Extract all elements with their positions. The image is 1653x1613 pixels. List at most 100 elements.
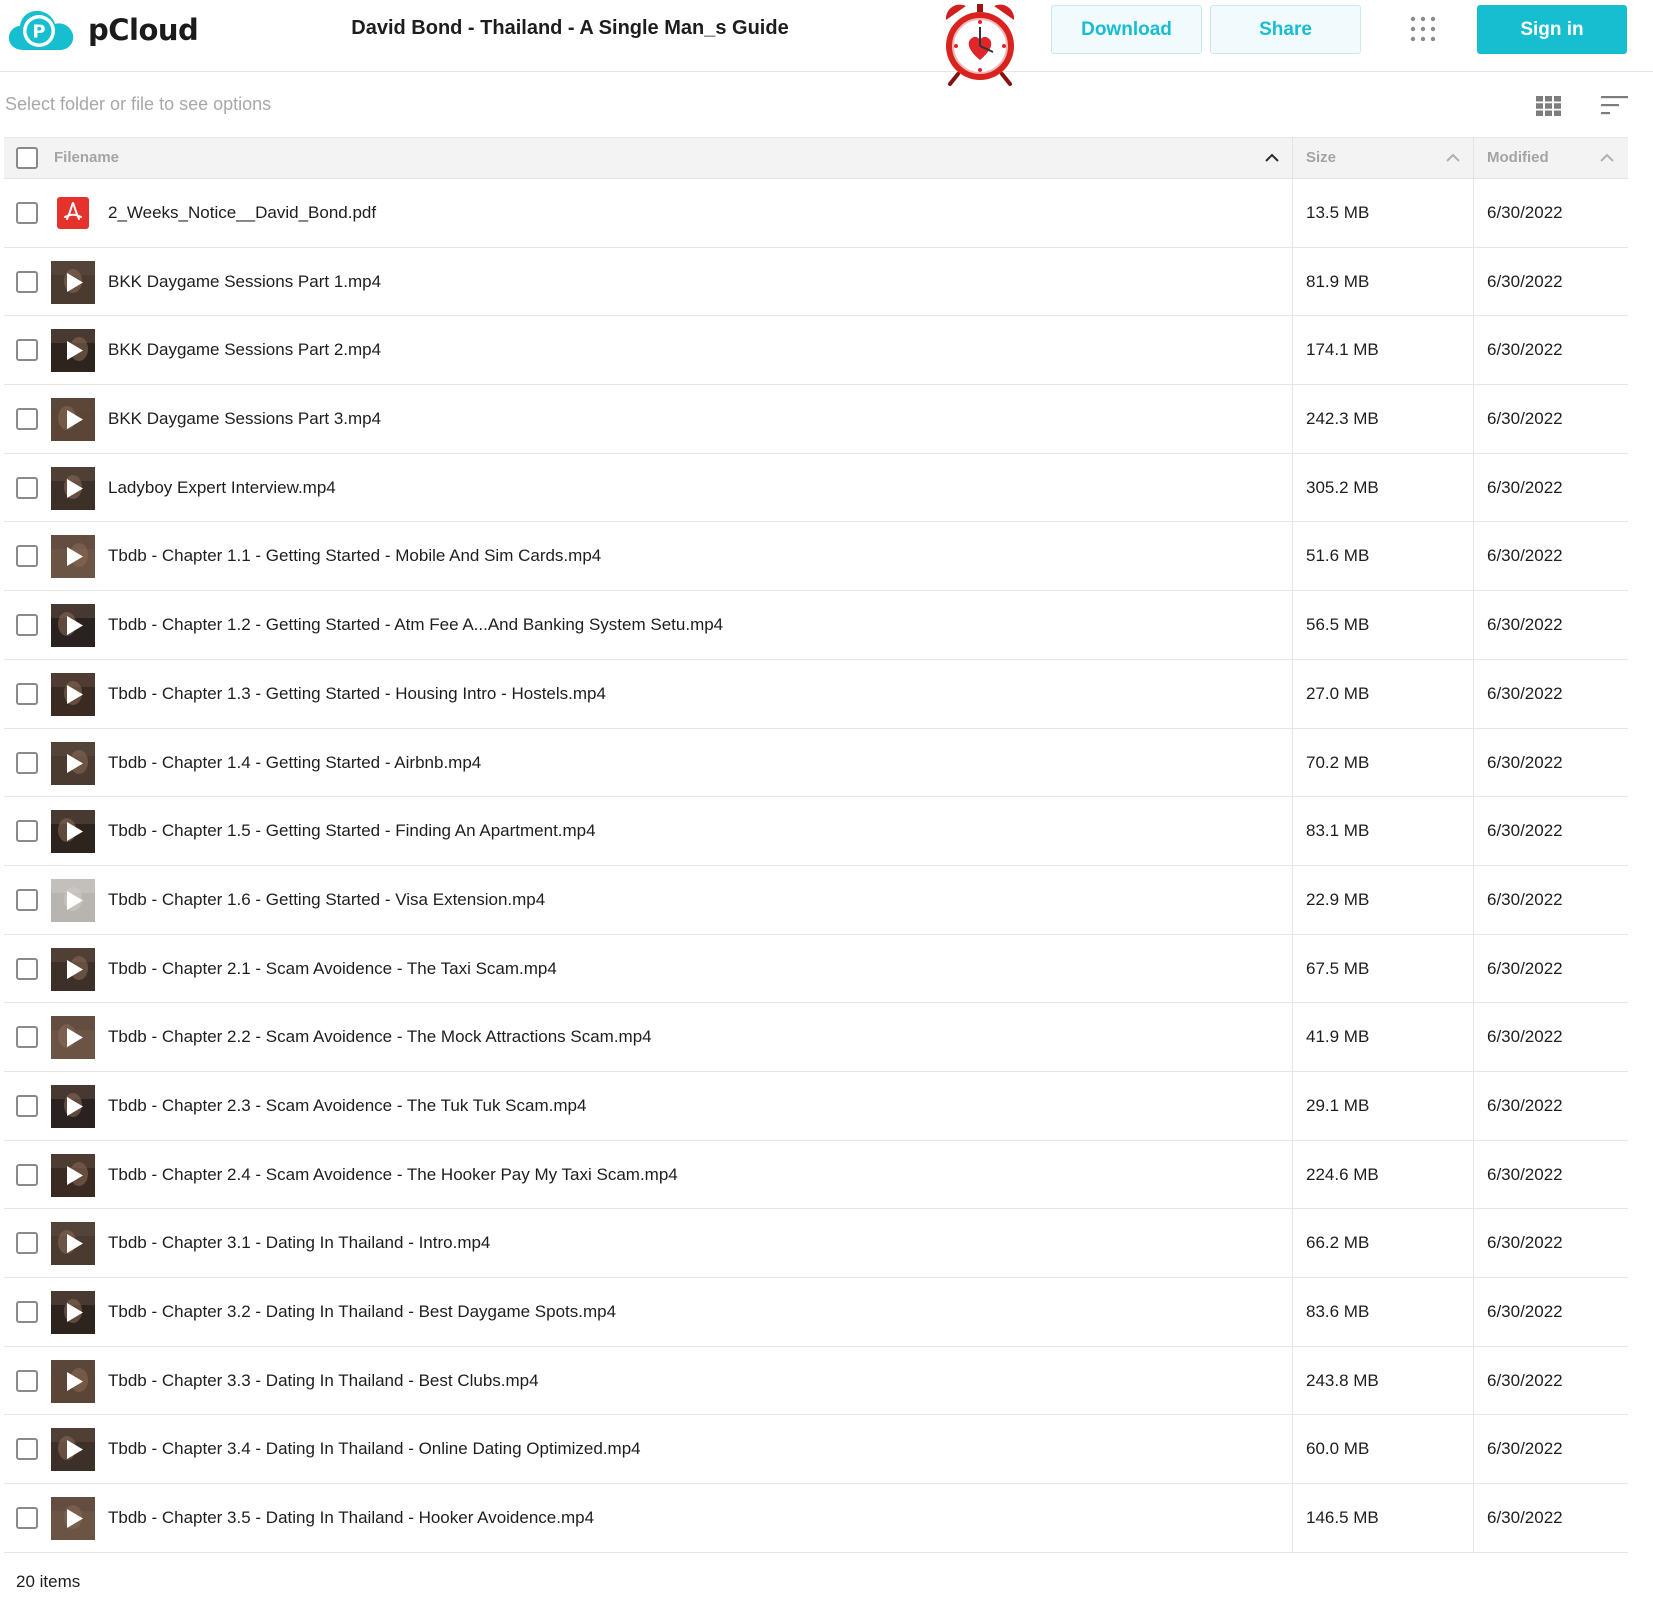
video-thumbnail[interactable] [51,878,95,922]
file-checkbox[interactable] [16,1232,38,1255]
file-checkbox[interactable] [16,888,38,911]
sort-icon[interactable] [1601,94,1628,116]
video-thumbnail[interactable] [51,535,95,579]
video-thumbnail[interactable] [51,260,95,304]
file-row[interactable]: Tbdb - Chapter 1.3 - Getting Started - H… [4,659,1628,729]
video-thumbnail[interactable] [51,1497,95,1541]
file-checkbox[interactable] [16,270,38,293]
video-thumbnail[interactable] [51,604,95,648]
file-name[interactable]: Tbdb - Chapter 1.4 - Getting Started - A… [108,753,481,773]
grid-view-icon[interactable] [1536,96,1561,116]
video-thumbnail[interactable] [51,1359,95,1403]
file-name[interactable]: Tbdb - Chapter 1.6 - Getting Started - V… [108,890,545,910]
column-filename[interactable]: Filename [54,149,119,166]
video-thumbnail[interactable] [51,1428,95,1472]
file-checkbox[interactable] [16,545,38,568]
file-name[interactable]: Ladyboy Expert Interview.mp4 [108,478,336,498]
file-name[interactable]: Tbdb - Chapter 1.1 - Getting Started - M… [108,546,601,566]
file-checkbox[interactable] [16,339,38,362]
column-divider [1292,728,1293,797]
file-row[interactable]: Tbdb - Chapter 2.4 - Scam Avoidence - Th… [4,1140,1628,1210]
file-size: 13.5 MB [1306,203,1370,222]
video-thumbnail[interactable] [51,1016,95,1060]
file-row[interactable]: Tbdb - Chapter 2.2 - Scam Avoidence - Th… [4,1003,1628,1072]
file-name[interactable]: Tbdb - Chapter 1.2 - Getting Started - A… [108,615,723,635]
file-checkbox[interactable] [16,1026,38,1049]
file-checkbox[interactable] [16,1369,38,1392]
chevron-up-icon[interactable] [1264,152,1280,164]
file-row[interactable]: 2_Weeks_Notice__David_Bond.pdf 13.5 MB 6/3… [4,179,1628,248]
file-checkbox[interactable] [16,1094,38,1117]
file-name[interactable]: Tbdb - Chapter 1.3 - Getting Started - H… [108,684,606,704]
file-name[interactable]: Tbdb - Chapter 2.2 - Scam Avoidence - Th… [108,1027,652,1047]
file-row[interactable]: Ladyboy Expert Interview.mp4 305.2 MB 6/30… [4,453,1628,523]
video-thumbnail[interactable] [51,329,95,373]
file-name[interactable]: 2_Weeks_Notice__David_Bond.pdf [108,203,376,223]
select-all-checkbox[interactable] [16,147,38,169]
file-row[interactable]: Tbdb - Chapter 2.3 - Scam Avoidence - Th… [4,1071,1628,1141]
file-row[interactable]: BKK Daygame Sessions Part 1.mp4 81.9 MB 6/… [4,247,1628,317]
file-name[interactable]: Tbdb - Chapter 2.4 - Scam Avoidence - Th… [108,1165,678,1185]
file-name[interactable]: Tbdb - Chapter 3.5 - Dating In Thailand … [108,1508,594,1528]
video-thumbnail[interactable] [51,810,95,854]
file-modified-date: 6/30/2022 [1487,477,1563,497]
chevron-up-icon[interactable] [1599,152,1615,164]
file-name[interactable]: Tbdb - Chapter 3.1 - Dating In Thailand … [108,1233,490,1253]
file-checkbox[interactable] [16,820,38,843]
video-thumbnail[interactable] [51,1084,95,1128]
video-thumbnail[interactable] [51,1222,95,1266]
chevron-up-icon[interactable] [1445,152,1461,164]
file-row[interactable]: Tbdb - Chapter 3.1 - Dating In Thailand … [4,1209,1628,1278]
file-modified-date: 6/30/2022 [1487,271,1563,291]
file-checkbox[interactable] [16,614,38,637]
download-button[interactable]: Download [1051,5,1202,54]
column-divider [1292,865,1293,934]
file-row[interactable]: BKK Daygame Sessions Part 2.mp4 174.1 MB 6… [4,316,1628,386]
video-thumbnail[interactable] [51,672,95,716]
file-row[interactable]: BKK Daygame Sessions Part 3.mp4 242.3 MB 6… [4,385,1628,454]
file-row[interactable]: Tbdb - Chapter 1.4 - Getting Started - A… [4,728,1628,798]
alarm-clock-icon[interactable] [940,0,1020,86]
video-thumbnail[interactable] [51,947,95,991]
file-checkbox[interactable] [16,202,38,224]
file-row[interactable]: Tbdb - Chapter 2.1 - Scam Avoidence - Th… [4,934,1628,1004]
file-name[interactable]: Tbdb - Chapter 2.1 - Scam Avoidence - Th… [108,959,557,979]
file-checkbox[interactable] [16,957,38,980]
file-row[interactable]: Tbdb - Chapter 3.3 - Dating In Thailand … [4,1346,1628,1416]
column-modified[interactable]: Modified [1487,149,1549,166]
video-thumbnail[interactable] [51,398,95,442]
file-checkbox[interactable] [16,408,38,431]
file-name[interactable]: Tbdb - Chapter 3.2 - Dating In Thailand … [108,1302,616,1322]
file-name[interactable]: Tbdb - Chapter 3.3 - Dating In Thailand … [108,1371,539,1391]
video-thumbnail[interactable] [51,466,95,510]
file-checkbox[interactable] [16,1301,38,1323]
share-button[interactable]: Share [1210,5,1361,54]
file-name[interactable]: Tbdb - Chapter 1.5 - Getting Started - F… [108,821,596,841]
file-name[interactable]: Tbdb - Chapter 3.4 - Dating In Thailand … [108,1439,641,1459]
file-name[interactable]: BKK Daygame Sessions Part 3.mp4 [108,409,381,429]
file-row[interactable]: Tbdb - Chapter 1.5 - Getting Started - F… [4,797,1628,866]
file-name[interactable]: BKK Daygame Sessions Part 1.mp4 [108,272,381,292]
pcloud-logo[interactable]: P pCloud [6,6,199,54]
file-checkbox[interactable] [16,1163,38,1186]
video-thumbnail[interactable] [51,1153,95,1197]
file-name[interactable]: Tbdb - Chapter 2.3 - Scam Avoidence - Th… [108,1096,586,1116]
file-row[interactable]: Tbdb - Chapter 3.5 - Dating In Thailand … [4,1484,1628,1553]
video-thumbnail[interactable] [51,1291,95,1334]
sign-in-button[interactable]: Sign in [1477,5,1627,54]
file-checkbox[interactable] [16,1438,38,1461]
file-row[interactable]: Tbdb - Chapter 3.4 - Dating In Thailand … [4,1415,1628,1485]
column-size[interactable]: Size [1306,149,1336,166]
file-row[interactable]: Tbdb - Chapter 1.2 - Getting Started - A… [4,591,1628,660]
video-thumbnail[interactable] [51,741,95,785]
file-checkbox[interactable] [16,476,38,499]
file-checkbox[interactable] [16,682,38,705]
file-row[interactable]: Tbdb - Chapter 3.2 - Dating In Thailand … [4,1278,1628,1347]
file-checkbox[interactable] [16,1507,38,1530]
apps-grid-icon[interactable] [1410,16,1436,42]
play-icon [51,535,95,579]
file-name[interactable]: BKK Daygame Sessions Part 2.mp4 [108,340,381,360]
file-row[interactable]: Tbdb - Chapter 1.6 - Getting Started - V… [4,865,1628,935]
file-row[interactable]: Tbdb - Chapter 1.1 - Getting Started - M… [4,522,1628,592]
file-checkbox[interactable] [16,751,38,774]
